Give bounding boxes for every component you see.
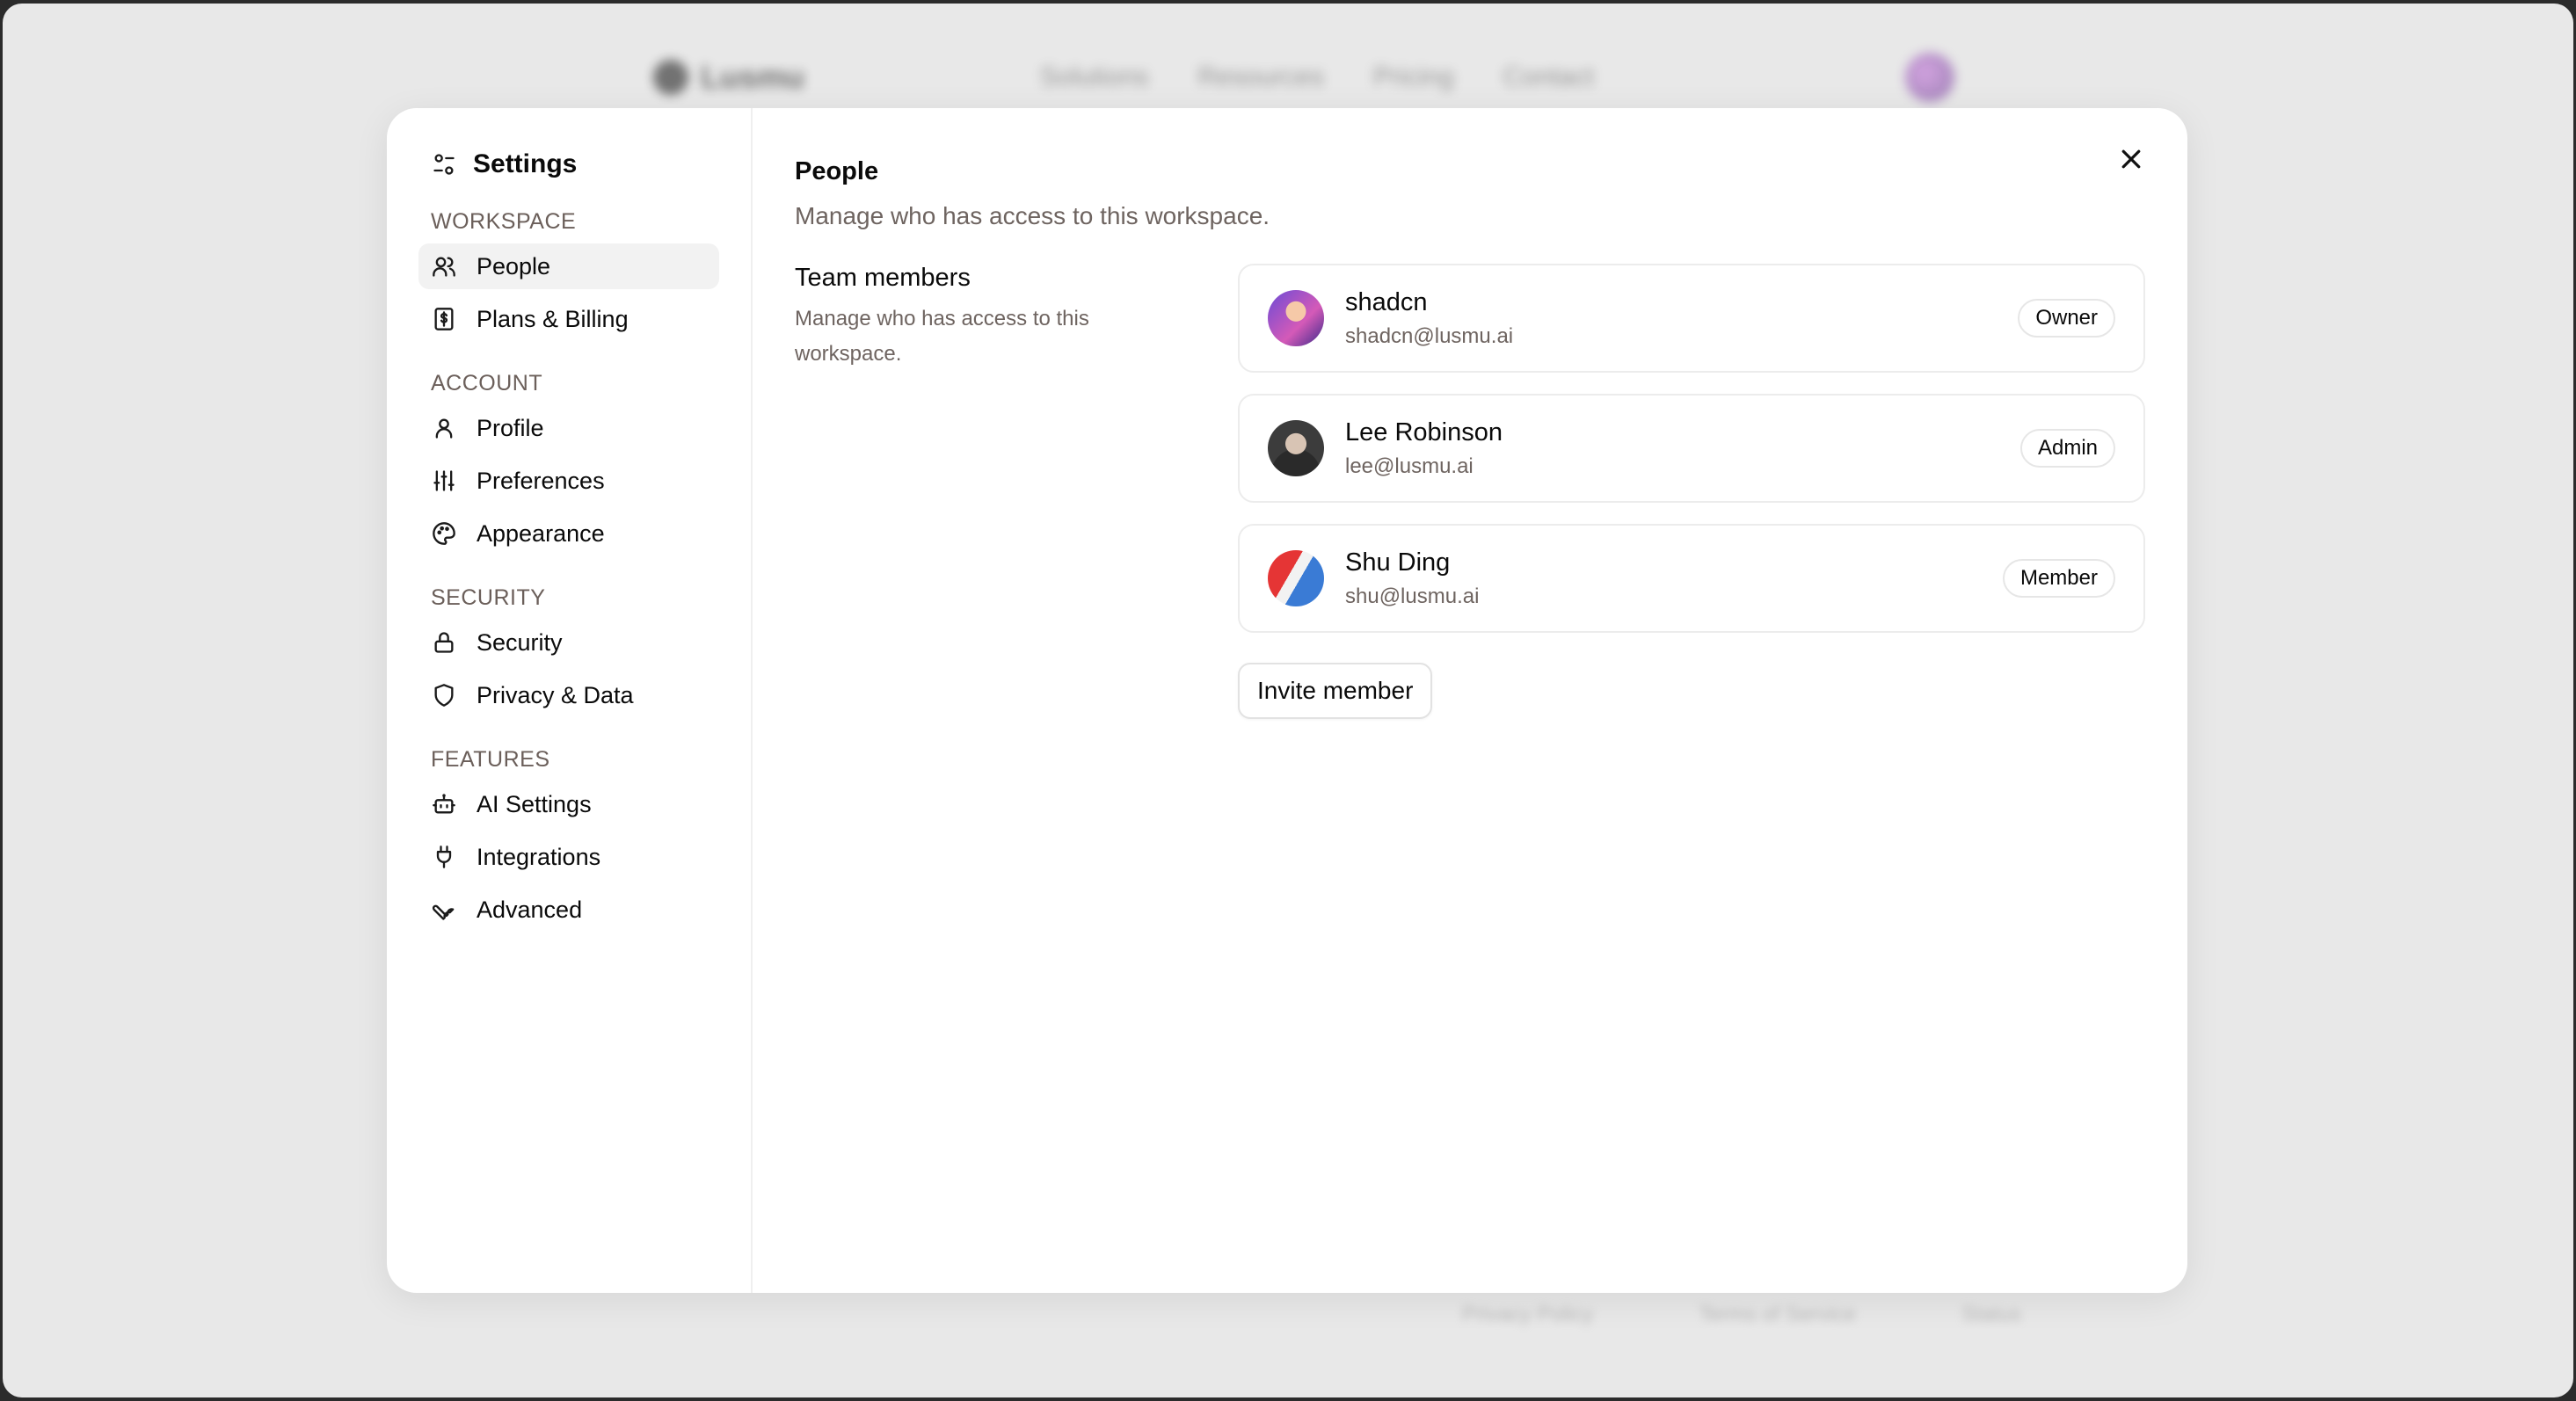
sidebar-item-label: Preferences <box>477 467 605 494</box>
member-list: shadcn shadcn@lusmu.ai Owner Lee Robinso… <box>1238 264 2145 719</box>
sidebar-item-privacy-data[interactable]: Privacy & Data <box>418 672 719 718</box>
users-icon <box>431 253 457 279</box>
palette-icon <box>431 520 457 547</box>
background-footer: Privacy Policy Terms of Service Status <box>1462 1303 2021 1327</box>
team-members-description: Team members Manage who has access to th… <box>795 264 1238 719</box>
avatar <box>1268 550 1324 606</box>
sidebar-item-label: Security <box>477 628 563 656</box>
background-nav-links: Solutions Resources Pricing Contact <box>1040 62 1594 92</box>
footer-link: Status <box>1961 1303 2022 1326</box>
member-row[interactable]: Lee Robinson lee@lusmu.ai Admin <box>1238 394 2145 503</box>
settings-title: Settings <box>473 149 578 178</box>
sliders-icon <box>431 468 457 494</box>
lock-icon <box>431 629 457 656</box>
sidebar-item-advanced[interactable]: Advanced <box>418 887 719 933</box>
dollar-icon <box>431 306 457 332</box>
nav-link-contact: Contact <box>1503 62 1594 91</box>
section-title-features: FEATURES <box>431 747 550 772</box>
sidebar-item-label: Integrations <box>477 843 601 870</box>
member-email: shadcn@lusmu.ai <box>1345 323 1514 348</box>
member-info: Lee Robinson lee@lusmu.ai <box>1345 418 2020 479</box>
member-name: shadcn <box>1345 287 1428 316</box>
nav-link-pricing: Pricing <box>1372 62 1454 91</box>
background-avatar <box>1905 53 1954 102</box>
sidebar-item-label: Advanced <box>477 896 583 923</box>
sidebar-item-ai-settings[interactable]: AI Settings <box>418 781 719 827</box>
sidebar-header: Settings <box>418 138 719 191</box>
sidebar-item-integrations[interactable]: Integrations <box>418 834 719 880</box>
role-badge[interactable]: Admin <box>2019 429 2115 468</box>
sidebar-item-label: People <box>477 252 551 279</box>
bot-icon <box>431 791 457 817</box>
member-row[interactable]: shadcn shadcn@lusmu.ai Owner <box>1238 264 2145 373</box>
section-title-security: SECURITY <box>431 585 546 610</box>
sidebar-item-appearance[interactable]: Appearance <box>418 511 719 556</box>
sidebar-item-security[interactable]: Security <box>418 620 719 665</box>
settings-sidebar: Settings WORKSPACE People Plans & Billin… <box>387 108 753 1293</box>
background-navbar: Lusmu Solutions Resources Pricing Contac… <box>653 39 1954 116</box>
avatar <box>1268 420 1324 476</box>
settings-icon <box>431 151 457 178</box>
member-name: Lee Robinson <box>1345 417 1503 446</box>
member-name: Shu Ding <box>1345 548 1451 577</box>
sidebar-item-label: Privacy & Data <box>477 681 634 708</box>
section-title-workspace: WORKSPACE <box>431 209 577 234</box>
nav-link-solutions: Solutions <box>1040 62 1149 91</box>
sidebar-item-label: Appearance <box>477 519 605 547</box>
wrench-icon <box>431 896 457 923</box>
logo-text: Lusmu <box>701 59 805 95</box>
member-info: shadcn shadcn@lusmu.ai <box>1345 288 2018 349</box>
section-title-account: ACCOUNT <box>431 371 543 396</box>
sidebar-item-people[interactable]: People <box>418 243 719 289</box>
sidebar-item-plans-billing[interactable]: Plans & Billing <box>418 296 719 342</box>
logo-icon <box>653 60 688 95</box>
sidebar-item-preferences[interactable]: Preferences <box>418 458 719 504</box>
team-members-heading: Team members <box>795 264 971 292</box>
plug-icon <box>431 844 457 870</box>
avatar <box>1268 290 1324 346</box>
sidebar-item-label: AI Settings <box>477 790 592 817</box>
role-badge[interactable]: Member <box>2002 559 2115 598</box>
page-subtitle: Manage who has access to this workspace. <box>795 202 1270 229</box>
sidebar-item-profile[interactable]: Profile <box>418 405 719 451</box>
close-button[interactable] <box>2112 140 2150 178</box>
nav-link-resources: Resources <box>1197 62 1324 91</box>
role-badge[interactable]: Owner <box>2018 299 2115 338</box>
footer-link: Privacy Policy <box>1462 1303 1594 1326</box>
sidebar-item-label: Profile <box>477 414 544 441</box>
page-title: People <box>795 157 879 185</box>
background-logo: Lusmu <box>653 59 804 96</box>
shield-icon <box>431 682 457 708</box>
user-icon <box>431 415 457 441</box>
member-email: shu@lusmu.ai <box>1345 584 1480 608</box>
footer-link: Terms of Service <box>1699 1303 1857 1326</box>
member-email: lee@lusmu.ai <box>1345 454 1474 478</box>
invite-member-button[interactable]: Invite member <box>1238 663 1433 719</box>
team-members-section: Team members Manage who has access to th… <box>795 264 2145 719</box>
close-icon <box>2121 149 2141 169</box>
settings-dialog: Settings WORKSPACE People Plans & Billin… <box>387 108 2187 1293</box>
member-info: Shu Ding shu@lusmu.ai <box>1345 548 2003 609</box>
settings-content: People Manage who has access to this wor… <box>753 108 2187 1293</box>
member-row[interactable]: Shu Ding shu@lusmu.ai Member <box>1238 524 2145 633</box>
sidebar-item-label: Plans & Billing <box>477 305 629 332</box>
team-members-text: Manage who has access to this workspace. <box>795 307 1089 366</box>
